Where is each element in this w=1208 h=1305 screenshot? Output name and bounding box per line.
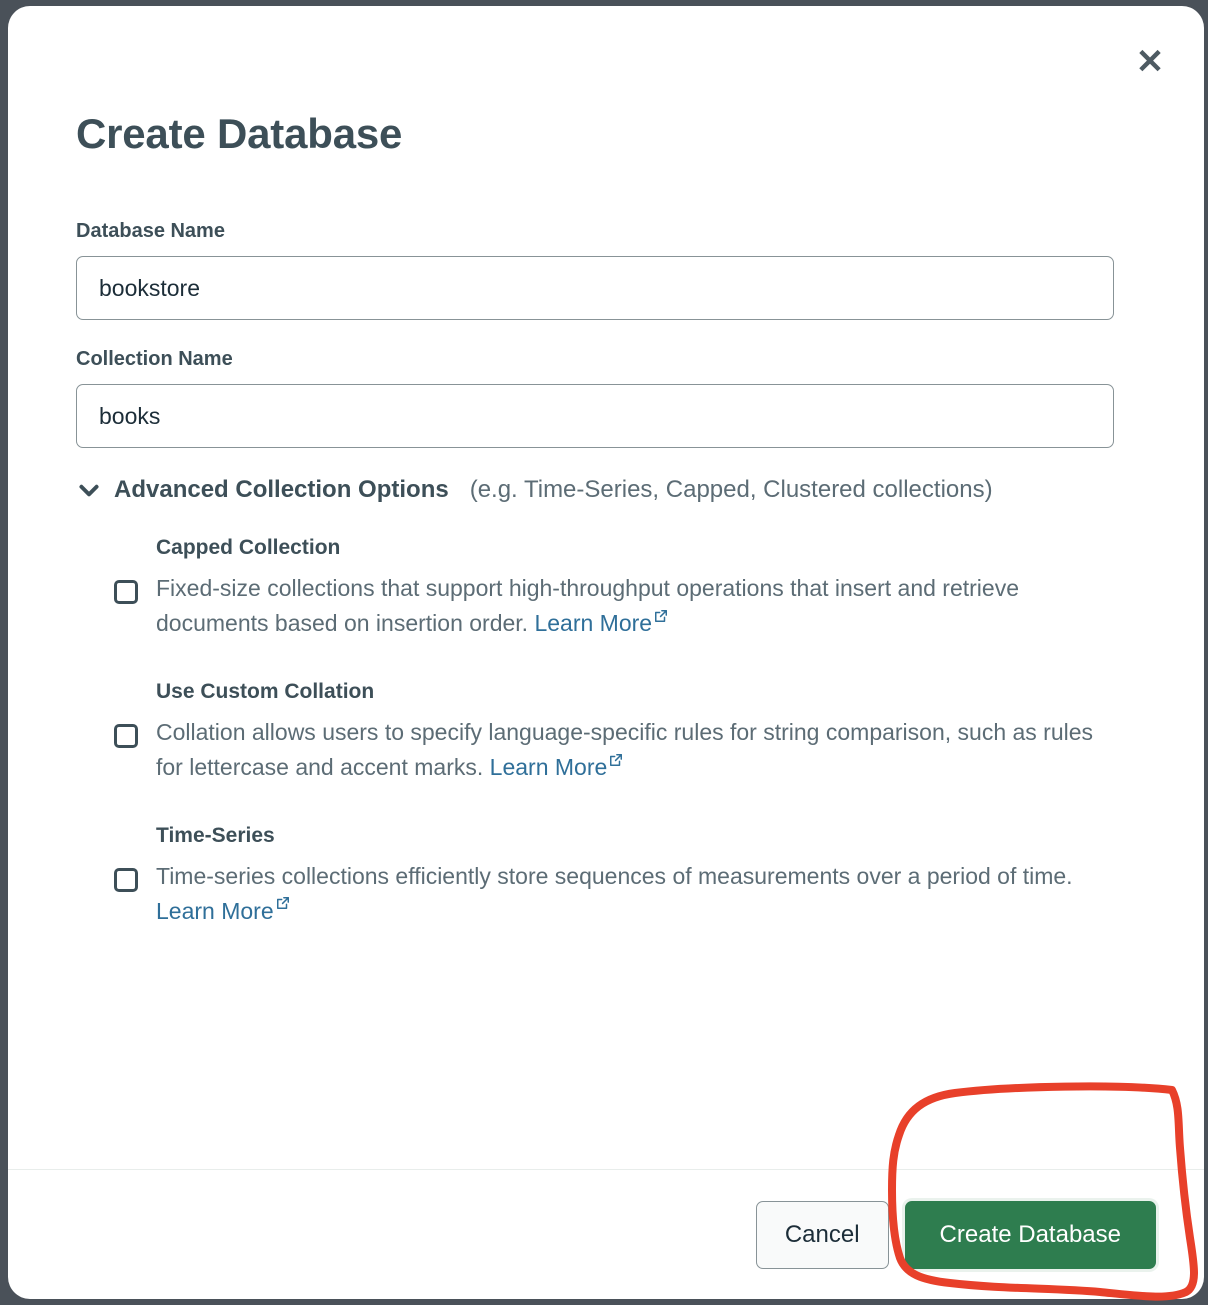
modal-body: Create Database Database Name Collection… xyxy=(8,6,1204,1169)
advanced-collection-options-toggle[interactable]: Advanced Collection Options (e.g. Time-S… xyxy=(76,476,1114,504)
option-row: Fixed-size collections that support high… xyxy=(76,571,1114,642)
collection-name-label: Collection Name xyxy=(76,348,233,370)
database-name-field-block: Database Name xyxy=(76,220,1114,320)
create-database-button[interactable]: Create Database xyxy=(904,1200,1156,1269)
database-name-label: Database Name xyxy=(76,220,225,242)
option-title: Capped Collection xyxy=(156,536,341,559)
advanced-options-note: (e.g. Time-Series, Capped, Clustered col… xyxy=(469,476,993,503)
collection-name-input[interactable] xyxy=(76,384,1114,448)
chevron-down-icon xyxy=(76,477,102,503)
collection-name-field-block: Collection Name xyxy=(76,348,1114,448)
database-name-input[interactable] xyxy=(76,256,1114,320)
option-row: Time-series collections efficiently stor… xyxy=(76,859,1114,930)
option-description: Time-series collections efficiently stor… xyxy=(156,859,1101,930)
advanced-options-list: Capped Collection Fixed-size collections… xyxy=(76,510,1114,929)
learn-more-link[interactable]: Learn More xyxy=(156,898,274,924)
option-description-text: Time-series collections efficiently stor… xyxy=(156,862,1073,889)
external-link-icon xyxy=(276,896,290,910)
cancel-button[interactable]: Cancel xyxy=(755,1200,889,1269)
option-row: Collation allows users to specify langua… xyxy=(76,715,1114,786)
page-title: Create Database xyxy=(76,110,403,157)
learn-more-link[interactable]: Learn More xyxy=(490,754,608,780)
learn-more-link[interactable]: Learn More xyxy=(534,610,652,636)
capped-collection-checkbox[interactable] xyxy=(114,580,138,604)
use-custom-collation-checkbox[interactable] xyxy=(114,723,138,748)
option-time-series: Time-Series Time-series collections effi… xyxy=(76,824,1114,930)
advanced-options-title: Advanced Collection Options xyxy=(114,476,449,503)
external-link-icon xyxy=(609,753,623,767)
option-title: Use Custom Collation xyxy=(156,679,375,703)
create-database-modal: ✕ Create Database Database Name Collecti… xyxy=(8,6,1204,1299)
time-series-checkbox[interactable] xyxy=(114,867,138,892)
modal-footer: Cancel Create Database xyxy=(8,1169,1204,1299)
option-capped-collection: Capped Collection Fixed-size collections… xyxy=(76,536,1114,642)
external-link-icon xyxy=(654,609,668,623)
option-description: Collation allows users to specify langua… xyxy=(156,715,1101,786)
screen: ✕ Create Database Database Name Collecti… xyxy=(0,0,1208,1305)
option-use-custom-collation: Use Custom Collation Collation allows us… xyxy=(76,680,1114,786)
option-description: Fixed-size collections that support high… xyxy=(156,571,1101,642)
option-description-text: Collation allows users to specify langua… xyxy=(156,718,1094,781)
option-title: Time-Series xyxy=(156,823,275,847)
